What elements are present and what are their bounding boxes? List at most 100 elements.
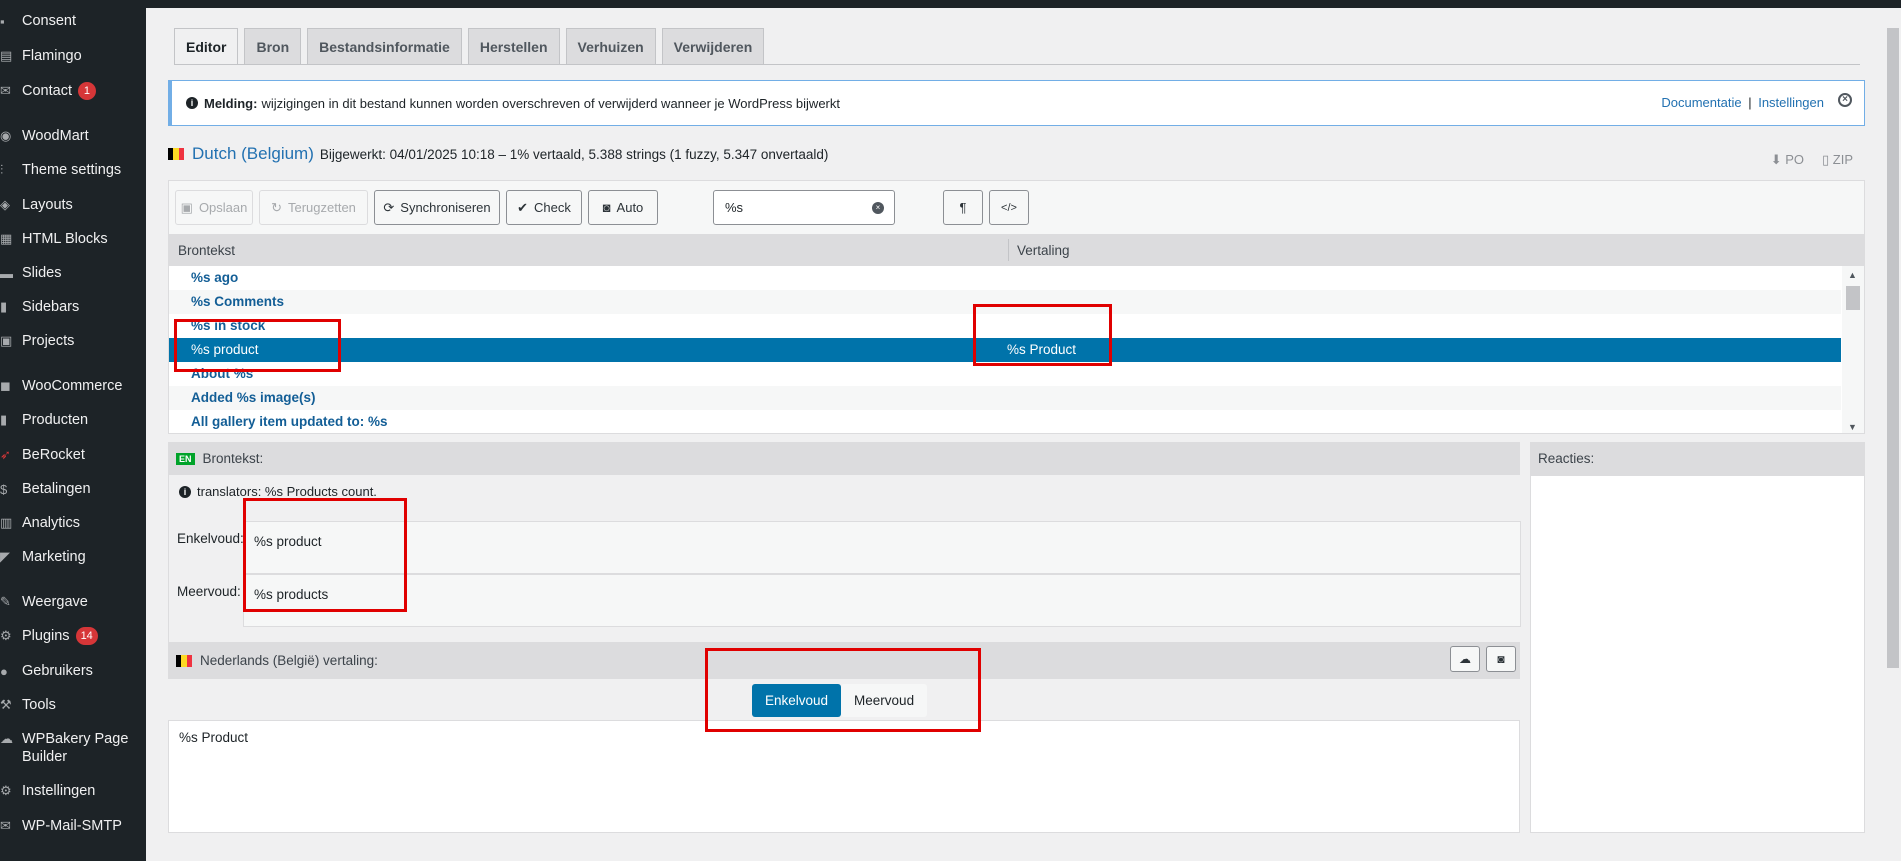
users-icon: ● (0, 663, 8, 679)
list-scroll-thumb[interactable] (1846, 286, 1860, 310)
woo-icon: ◼ (0, 378, 11, 393)
belgium-flag-icon (168, 148, 184, 160)
admin-sidebar: ▪ Consent ▤ Flamingo ✉ Contact 1 ◉ WoodMart ⫶… (0, 0, 146, 861)
sidebar-item-wpbakery[interactable]: ☁ WPBakery Page Builder (0, 730, 146, 770)
tab-bestandsinformatie[interactable]: Bestandsinformatie (307, 28, 462, 64)
tab-herstellen[interactable]: Herstellen (467, 28, 560, 64)
plural-label: Meervoud: (177, 584, 241, 599)
translators-note-text: translators: %s Products count. (197, 484, 377, 499)
scroll-up-icon[interactable]: ▲ (1848, 270, 1857, 280)
woodmart-icon: ◉ (0, 128, 12, 143)
tab-verwijderen[interactable]: Verwijderen (661, 28, 765, 64)
auto-button[interactable]: ◙ Auto (588, 190, 658, 225)
pilcrow-icon: ¶ (959, 200, 967, 215)
sync-button[interactable]: ⟳ Synchroniseren (374, 190, 500, 225)
sidebar-item-berocket[interactable]: ➶ BeRocket (0, 446, 146, 480)
documentation-link[interactable]: Documentatie (1661, 95, 1741, 110)
notice-text: wijzigingen in dit bestand kunnen worden… (261, 95, 840, 111)
robot-icon: ◙ (602, 200, 611, 215)
sidebar-item-marketing[interactable]: ◤ Marketing (0, 548, 146, 582)
sidebar-item-gebruikers[interactable]: ● Gebruikers (0, 662, 146, 696)
sidebar-item-instellingen[interactable]: ⚙ Instellingen (0, 782, 146, 816)
sidebar-item-html-blocks[interactable]: ▦ HTML Blocks (0, 230, 146, 264)
list-row[interactable]: About %s (169, 362, 1841, 386)
sidebar-item-producten[interactable]: ▮ Producten (0, 411, 146, 445)
sidebar-item-tools[interactable]: ⚒ Tools (0, 696, 146, 730)
wrench-icon: ⚒ (0, 697, 12, 712)
list-row-selected[interactable]: %s product %s Product (169, 338, 1841, 362)
sidebar-item-analytics[interactable]: ▥ Analytics (0, 514, 146, 548)
sidebar-item-projects[interactable]: ▣ Projects (0, 332, 146, 366)
cloud-translate-button[interactable]: ☁ (1450, 646, 1480, 672)
download-links: ⬇ PO ▯ ZIP (1771, 152, 1853, 168)
plural-source-field[interactable]: %s products (243, 574, 1521, 627)
translation-tools: ☁ ◙ (1450, 646, 1516, 672)
check-label: Check (534, 200, 571, 215)
row-source: %s Comments (191, 294, 285, 309)
sidebar-item-flamingo[interactable]: ▤ Flamingo (0, 47, 146, 81)
download-po-button[interactable]: ⬇ PO (1771, 152, 1804, 168)
column-translation[interactable]: Vertaling (1017, 243, 1070, 258)
translation-panel-title: Nederlands (België) vertaling: (200, 653, 378, 668)
sidebar-item-sidebars[interactable]: ▮ Sidebars (0, 298, 146, 332)
revert-button[interactable]: ↻ Terugzetten (259, 190, 368, 225)
revert-icon: ↻ (271, 199, 282, 215)
save-button[interactable]: ▣ Opslaan (175, 190, 253, 225)
info-icon: i (186, 97, 198, 109)
list-row[interactable]: Added %s image(s) (169, 386, 1841, 410)
comments-textarea[interactable] (1530, 475, 1865, 833)
sidebar-item-woodmart[interactable]: ◉ WoodMart (0, 127, 146, 161)
sidebar-item-plugins[interactable]: ⚙ Plugins 14 (0, 627, 146, 661)
code-view-toggle[interactable]: </> (989, 190, 1029, 225)
singular-source-field[interactable]: %s product (243, 521, 1521, 574)
sidebar-item-betalingen[interactable]: $ Betalingen (0, 480, 146, 514)
language-title[interactable]: Dutch (Belgium) (192, 144, 314, 164)
sidebar-item-woocommerce[interactable]: ◼ WooCommerce (0, 377, 146, 411)
column-source[interactable]: Brontekst (178, 243, 235, 258)
revert-label: Terugzetten (287, 200, 356, 215)
robot-icon: ◙ (1497, 652, 1505, 666)
download-zip-button[interactable]: ▯ ZIP (1822, 152, 1853, 168)
settings-link[interactable]: Instellingen (1758, 95, 1824, 110)
tab-bron[interactable]: Bron (244, 28, 302, 64)
comments-panel-title: Reacties: (1538, 451, 1595, 466)
blocks-icon: ▦ (0, 231, 13, 246)
list-row[interactable]: All gallery item updated to: %s (169, 410, 1841, 433)
megaphone-icon: ◤ (0, 549, 10, 564)
clear-search-icon[interactable]: × (872, 202, 884, 214)
sidebar-item-contact[interactable]: ✉ Contact 1 (0, 82, 146, 116)
translation-textarea[interactable]: %s Product (168, 720, 1520, 833)
plural-source-value: %s products (254, 587, 329, 602)
page-scrollbar[interactable] (1885, 8, 1901, 861)
row-translation: %s Product (1007, 342, 1077, 357)
belgium-flag-icon (176, 654, 192, 667)
list-row[interactable]: %s Comments (169, 290, 1841, 314)
sidebar-item-slides[interactable]: ▬ Slides (0, 264, 146, 298)
close-icon[interactable]: × (1838, 93, 1852, 107)
list-row[interactable]: %s in stock (169, 314, 1841, 338)
tab-verhuizen[interactable]: Verhuizen (565, 28, 656, 64)
sidebar-icon: ▮ (0, 299, 8, 314)
sidebar-item-wp-mail-smtp[interactable]: ✉ WP-Mail-SMTP (0, 817, 146, 851)
tab-plural[interactable]: Meervoud (841, 684, 928, 717)
tab-singular[interactable]: Enkelvoud (752, 684, 842, 717)
tab-editor[interactable]: Editor (174, 28, 239, 64)
list-row[interactable]: %s ago (169, 266, 1841, 290)
sidebar-item-consent[interactable]: ▪ Consent (0, 12, 146, 46)
invisibles-toggle[interactable]: ¶ (943, 190, 983, 225)
sidebar-item-layouts[interactable]: ◈ Layouts (0, 196, 146, 230)
auto-translate-button[interactable]: ◙ (1486, 646, 1516, 672)
contact-badge: 1 (77, 82, 96, 100)
scroll-down-icon[interactable]: ▼ (1848, 422, 1857, 432)
list-scrollbar[interactable]: ▲ ▼ (1842, 266, 1864, 433)
check-button[interactable]: ✔ Check (506, 190, 582, 225)
sidebar-item-weergave[interactable]: ✎ Weergave (0, 593, 146, 627)
auto-label: Auto (616, 200, 644, 215)
page-scroll-thumb[interactable] (1887, 28, 1899, 668)
settings-icon: ⚙ (0, 783, 12, 798)
brush-icon: ✎ (0, 594, 11, 609)
en-flag-icon: EN (176, 452, 195, 465)
notice-links: Documentatie | Instellingen (1661, 95, 1824, 110)
search-input[interactable]: %s × (713, 190, 895, 225)
sidebar-item-theme-settings[interactable]: ⫶ Theme settings (0, 161, 146, 195)
